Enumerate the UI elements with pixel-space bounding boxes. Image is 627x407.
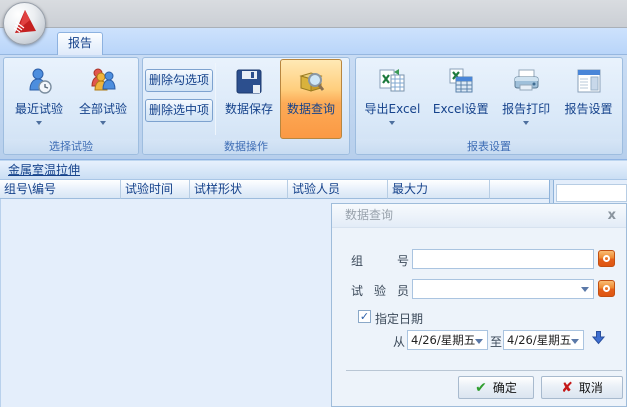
column-header-test-personnel[interactable]: 试验人员 <box>288 180 388 199</box>
group-number-search-button[interactable] <box>598 250 615 267</box>
grid-panel-title: 金属室温拉伸 <box>0 160 627 180</box>
ok-button-label: 确定 <box>493 379 517 396</box>
app-logo-icon <box>10 7 40 40</box>
tester-combobox[interactable] <box>412 279 594 299</box>
specify-date-label: 指定日期 <box>375 310 423 327</box>
grid-header-row: 组号\编号 试验时间 试样形状 试验人员 最大力 <box>0 180 549 199</box>
export-excel-button[interactable]: 导出Excel <box>358 59 426 139</box>
data-save-button[interactable]: 数据保存 <box>218 59 280 139</box>
people-group-icon <box>87 65 119 97</box>
tester-dropdown-arrow-icon[interactable] <box>581 287 589 292</box>
delete-checked-button[interactable]: 删除勾选项 <box>145 69 213 92</box>
circle-ring-icon <box>603 285 610 292</box>
report-print-dropdown-arrow-icon[interactable] <box>523 121 529 125</box>
group-number-label: 组 号 <box>351 252 409 269</box>
group-label-report-settings: 报表设置 <box>356 139 622 155</box>
right-panel-header <box>556 184 627 202</box>
column-header-test-time[interactable]: 试验时间 <box>121 180 190 199</box>
report-window-icon <box>573 65 605 97</box>
circle-ring-icon <box>603 255 610 262</box>
to-date-dropdown-arrow-icon[interactable] <box>571 339 579 344</box>
all-test-dropdown-arrow-icon[interactable] <box>100 121 106 125</box>
from-label: 从 <box>393 333 405 350</box>
column-header-filler <box>490 180 549 199</box>
all-test-label: 全部试验 <box>79 100 127 117</box>
ribbon-tab-bar: 报告 <box>0 28 627 55</box>
excel-export-icon <box>376 65 408 97</box>
x-icon: ✘ <box>561 380 573 396</box>
from-date-dropdown-arrow-icon[interactable] <box>475 339 483 344</box>
from-date-picker[interactable]: 4/26/星期五 <box>407 330 488 350</box>
excel-settings-icon <box>445 65 477 97</box>
group-label-data-operations: 数据操作 <box>143 139 349 155</box>
ribbon-group-select-test: 最近试验 全部试验 <box>3 57 139 155</box>
ribbon-group-report-settings: 导出Excel Excel设置 <box>355 57 623 155</box>
floppy-disk-icon <box>233 65 265 97</box>
apply-date-down-arrow-icon[interactable] <box>591 330 606 348</box>
person-clock-icon <box>23 65 55 97</box>
group-label-select-test: 选择试验 <box>4 139 138 155</box>
column-header-max-force[interactable]: 最大力 <box>388 180 490 199</box>
excel-settings-label: Excel设置 <box>433 100 489 117</box>
delete-selected-button[interactable]: 删除选中项 <box>145 99 213 122</box>
cancel-button[interactable]: ✘ 取消 <box>541 376 623 399</box>
excel-settings-button[interactable]: Excel设置 <box>427 59 495 139</box>
report-print-label: 报告打印 <box>502 100 550 117</box>
report-settings-label: 报告设置 <box>565 100 613 117</box>
report-print-button[interactable]: 报告打印 <box>495 59 557 139</box>
column-header-sample-shape[interactable]: 试样形状 <box>190 180 288 199</box>
all-test-button[interactable]: 全部试验 <box>72 59 134 139</box>
data-query-button[interactable]: 数据查询 <box>280 59 342 139</box>
printer-icon <box>510 65 542 97</box>
ribbon-group-data-operations: 删除勾选项 删除选中项 数据保存 <box>142 57 350 155</box>
application-window: 报告 最近试验 <box>0 0 627 407</box>
report-settings-button[interactable]: 报告设置 <box>558 59 620 139</box>
to-date-picker[interactable]: 4/26/星期五 <box>503 330 584 350</box>
group-separator <box>215 63 216 135</box>
delete-button-column: 删除勾选项 删除选中项 <box>145 59 213 122</box>
window-titlebar <box>0 0 627 28</box>
to-date-value: 4/26/星期五 <box>507 333 571 347</box>
data-query-label: 数据查询 <box>287 100 335 117</box>
data-query-dialog: 数据查询 x 组 号 试 验 员 ✓ 指定日期 从 4/26/星期五 至 4/2… <box>331 203 627 407</box>
group-number-input[interactable] <box>412 249 594 269</box>
ribbon: 最近试验 全部试验 <box>0 55 627 160</box>
export-excel-dropdown-arrow-icon[interactable] <box>389 121 395 125</box>
ok-button[interactable]: ✔ 确定 <box>458 376 534 399</box>
column-header-group-number[interactable]: 组号\编号 <box>0 180 121 199</box>
cancel-button-label: 取消 <box>579 379 603 396</box>
dialog-title: 数据查询 <box>332 204 626 228</box>
tester-search-button[interactable] <box>598 280 615 297</box>
to-label: 至 <box>490 333 502 350</box>
specify-date-checkbox[interactable]: ✓ <box>358 310 371 323</box>
data-save-label: 数据保存 <box>225 100 273 117</box>
dialog-separator <box>346 370 622 371</box>
recent-test-button[interactable]: 最近试验 <box>8 59 70 139</box>
application-menu-orb[interactable] <box>3 2 46 45</box>
tester-label: 试 验 员 <box>351 282 409 299</box>
check-icon: ✔ <box>475 380 487 396</box>
recent-test-dropdown-arrow-icon[interactable] <box>36 121 42 125</box>
box-magnifier-icon <box>295 65 327 97</box>
recent-test-label: 最近试验 <box>15 100 63 117</box>
from-date-value: 4/26/星期五 <box>411 333 475 347</box>
export-excel-label: 导出Excel <box>364 100 420 117</box>
dialog-close-icon[interactable]: x <box>608 208 616 223</box>
tab-report[interactable]: 报告 <box>57 32 103 55</box>
